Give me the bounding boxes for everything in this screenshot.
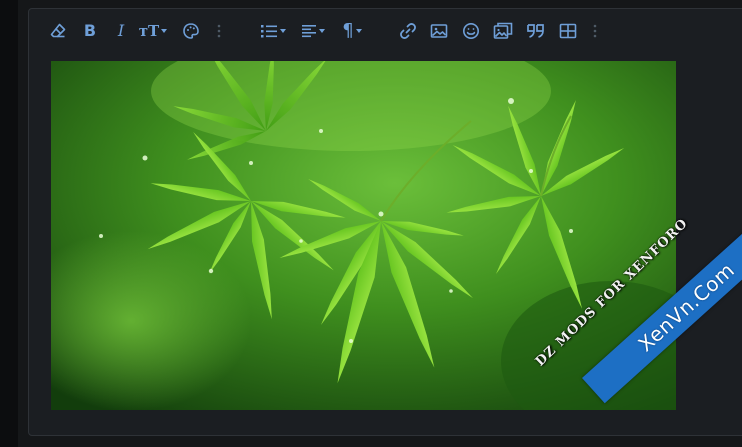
list-icon xyxy=(261,25,277,38)
list-button[interactable] xyxy=(257,20,289,42)
media-icon xyxy=(493,22,513,39)
align-icon xyxy=(302,25,316,38)
palette-icon xyxy=(183,23,199,39)
left-sidebar-edge xyxy=(0,0,18,447)
link-button[interactable] xyxy=(397,20,419,42)
table-icon xyxy=(559,23,577,39)
chevron-down-icon xyxy=(280,29,286,33)
editor-toolbar: B I тT ¶ xyxy=(29,9,742,53)
insert-image-button[interactable] xyxy=(428,20,450,42)
vertical-dots-icon xyxy=(593,24,597,38)
eraser-button[interactable] xyxy=(47,20,69,42)
italic-button[interactable]: I xyxy=(110,20,132,42)
bold-button[interactable]: B xyxy=(79,20,101,42)
paragraph-label: ¶ xyxy=(342,20,354,41)
italic-label: I xyxy=(117,21,125,40)
insert-media-button[interactable] xyxy=(491,20,515,42)
image-icon xyxy=(430,24,448,38)
bold-label: B xyxy=(83,21,97,40)
chevron-down-icon xyxy=(161,29,168,33)
text-size-label: тT xyxy=(138,21,160,40)
chevron-down-icon xyxy=(319,29,325,33)
smile-icon xyxy=(463,23,479,39)
chevron-down-icon xyxy=(355,29,362,33)
maple-leaves-photo xyxy=(51,61,676,410)
insert-table-button[interactable] xyxy=(557,20,579,42)
editor-content-image[interactable] xyxy=(51,61,676,410)
align-button[interactable] xyxy=(297,20,329,42)
more-options-button[interactable] xyxy=(213,20,225,42)
paragraph-button[interactable]: ¶ xyxy=(337,20,367,42)
quote-button[interactable] xyxy=(524,20,548,42)
text-size-button[interactable]: тT xyxy=(135,20,171,42)
more-options-button-2[interactable] xyxy=(589,20,601,42)
quote-icon xyxy=(527,24,544,38)
link-icon xyxy=(400,23,416,39)
eraser-icon xyxy=(50,23,66,38)
smilie-button[interactable] xyxy=(460,20,482,42)
color-button[interactable] xyxy=(180,20,202,42)
vertical-dots-icon xyxy=(217,24,221,38)
